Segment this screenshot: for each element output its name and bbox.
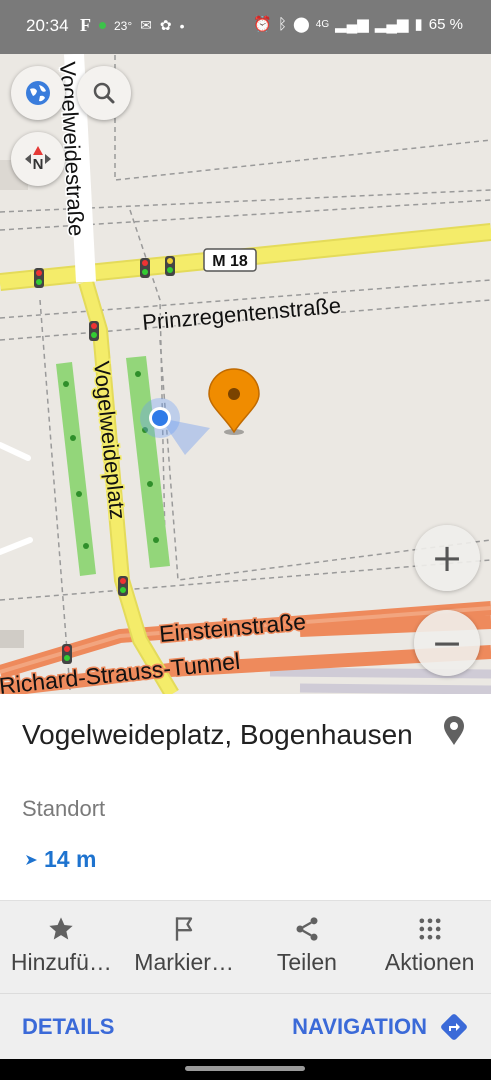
signal-icon: ▂▄▆ (335, 16, 369, 33)
tunnel-lanes (269, 667, 491, 694)
zoom-out-button[interactable]: − (414, 610, 480, 676)
park-left (56, 362, 96, 576)
globe-icon (26, 81, 50, 105)
location-pin-icon (444, 716, 464, 745)
svg-text:N: N (33, 156, 44, 173)
location-status-icon: ⬤ (292, 16, 310, 33)
more-grid-icon (419, 918, 441, 940)
map-canvas: Vogelweidestraße Prinzregentenstraße Vog… (0, 54, 491, 694)
app-f-icon: F (80, 15, 91, 35)
mark-label: Markier… (134, 949, 234, 975)
map-view[interactable]: Vogelweidestraße Prinzregentenstraße Vog… (0, 54, 491, 694)
bluetooth-icon: ᛒ (277, 15, 287, 33)
place-marker-icon (208, 368, 260, 435)
dot-icon: • (179, 17, 185, 34)
add-favorite-button[interactable]: Hinzufü… (0, 901, 123, 993)
navigation-label: NAVIGATION (292, 1014, 427, 1039)
plus-icon: + (431, 536, 463, 580)
side-roads (0, 442, 33, 555)
status-bar: 20:34 F 23° ✉ ✿ • ⏰ ᛒ ⬤ 4G ▂▄▆ ▂▄▆ ▮ 65 … (0, 0, 491, 54)
status-time: 20:34 (26, 16, 69, 35)
location-pin-button[interactable] (443, 716, 465, 751)
gesture-handle[interactable] (185, 1066, 305, 1071)
svg-text:M 18: M 18 (212, 253, 248, 270)
battery-icon: ▮ (414, 16, 423, 33)
place-info-panel: Vogelweideplatz, Bogenhausen Standort 14… (0, 694, 491, 900)
bottom-bar: DETAILS NAVIGATION (0, 993, 491, 1060)
fan-icon: ✿ (159, 17, 172, 33)
building (0, 630, 24, 648)
distance-indicator: 14 m (24, 846, 96, 873)
zoom-in-button[interactable]: + (414, 525, 480, 591)
map-layers-button[interactable] (11, 66, 65, 120)
directions-icon (441, 1014, 467, 1040)
more-actions-button[interactable]: Aktionen (368, 901, 491, 993)
label-einsteinstrasse: Einsteinstraße (158, 608, 307, 647)
network-label: 4G (315, 18, 330, 30)
system-navigation-bar (0, 1059, 491, 1080)
alarm-icon: ⏰ (253, 16, 272, 33)
status-right-icons: ⏰ ᛒ ⬤ 4G ▂▄▆ ▂▄▆ ▮ 65 % (253, 15, 463, 34)
status-left-icons: F 23° ✉ ✿ • (80, 15, 185, 36)
label-vogelweideplatz: Vogelweideplatz (89, 360, 130, 521)
route-badge-m18: M 18 (203, 248, 257, 272)
mail-icon: ✉ (140, 17, 152, 33)
share-label: Teilen (276, 949, 337, 975)
navigation-button[interactable]: NAVIGATION (292, 1012, 469, 1042)
share-button[interactable]: Teilen (246, 901, 369, 993)
place-subtitle: Standort (22, 796, 106, 821)
compass-icon: N (25, 146, 51, 173)
green-dot-icon (99, 22, 106, 29)
action-bar: Hinzufü… Markier… Teilen Aktionen (0, 900, 491, 993)
place-title: Vogelweideplatz, Bogenhausen (22, 719, 413, 750)
flag-icon (175, 917, 193, 941)
mark-button[interactable]: Markier… (123, 901, 246, 993)
share-icon (296, 917, 318, 941)
direction-arrow-icon (26, 854, 37, 865)
more-actions-label: Aktionen (384, 949, 475, 975)
add-favorite-label: Hinzufü… (10, 949, 112, 975)
minus-icon: − (431, 621, 463, 665)
compass-button[interactable]: N (11, 132, 65, 186)
search-icon (93, 82, 115, 104)
battery-level: 65 % (428, 15, 463, 33)
temperature: 23° (114, 18, 133, 33)
signal-icon-2: ▂▄▆ (374, 16, 409, 33)
details-button[interactable]: DETAILS (22, 1014, 114, 1040)
label-prinzregentenstrasse: Prinzregentenstraße (141, 293, 342, 335)
star-icon (49, 917, 74, 940)
distance-value: 14 m (44, 846, 97, 872)
search-button[interactable] (77, 66, 131, 120)
